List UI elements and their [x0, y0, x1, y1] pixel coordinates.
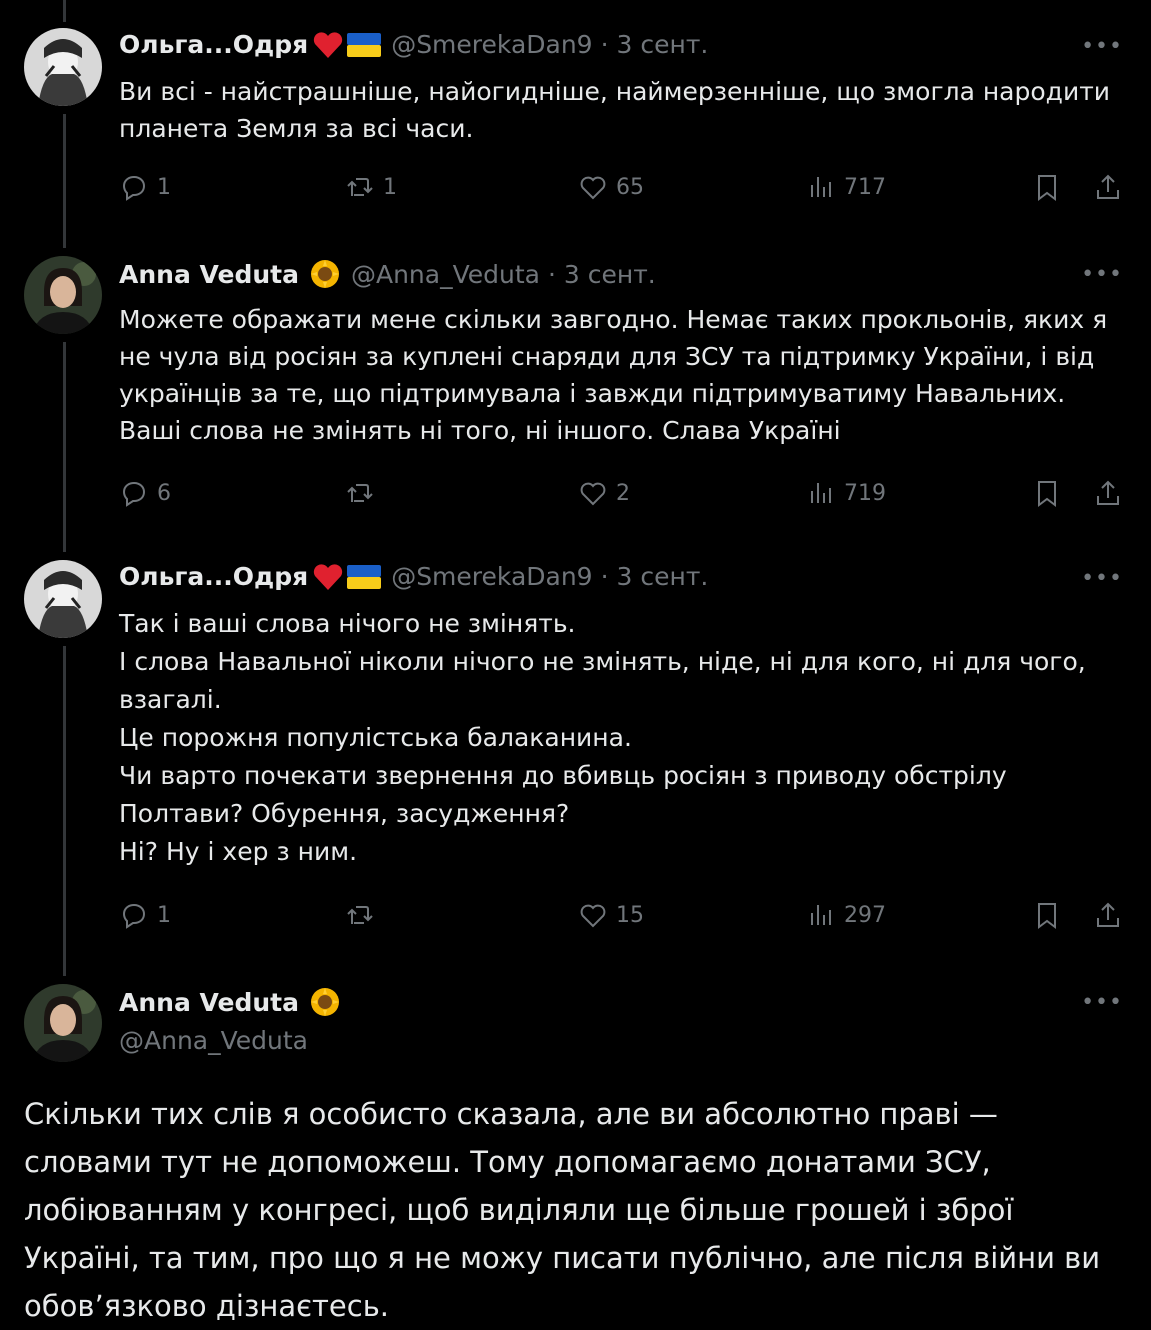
avatar[interactable] [24, 984, 102, 1062]
like-button[interactable]: 15 [578, 900, 644, 930]
tweet-text-line: Чи варто почекати звернення до вбивць ро… [119, 761, 1007, 828]
display-name[interactable]: Anna Veduta [119, 988, 299, 1017]
views-button[interactable]: 297 [806, 900, 886, 930]
reply-icon [122, 481, 146, 507]
tweet-text: Так і ваші слова нічого не змінять. І сл… [119, 605, 1129, 871]
repost-count: 1 [383, 174, 397, 200]
reply-count: 1 [157, 174, 171, 200]
like-button[interactable]: 2 [578, 478, 630, 508]
display-name[interactable]: Ольга...Одря [119, 30, 308, 59]
share-icon [1097, 902, 1119, 927]
timestamp[interactable]: 3 сент. [617, 30, 709, 59]
heart-icon [580, 482, 606, 506]
reply-button[interactable]: 1 [119, 900, 171, 930]
more-icon[interactable]: ••• [1081, 566, 1123, 591]
bookmark-icon [1038, 903, 1056, 929]
repost-icon [347, 906, 373, 924]
repost-button[interactable] [345, 478, 383, 508]
view-count: 717 [844, 174, 886, 200]
view-count: 297 [844, 902, 886, 928]
reply-button[interactable]: 6 [119, 478, 171, 508]
main-tweet-text: Скільки тих слів я особисто сказала, але… [24, 1097, 1101, 1323]
share-button[interactable] [1093, 900, 1123, 930]
repost-icon [347, 178, 373, 196]
bookmark-icon [1038, 175, 1056, 201]
share-icon [1097, 174, 1119, 199]
tweet-actions: 1 1 65 717 [0, 172, 1151, 212]
reply-count: 1 [157, 902, 171, 928]
sunflower-icon [309, 258, 341, 290]
more-icon[interactable]: ••• [1081, 34, 1123, 59]
repost-button[interactable] [345, 900, 383, 930]
avatar[interactable] [24, 28, 102, 106]
tweet-actions: 6 2 719 [0, 478, 1151, 518]
reply-count: 6 [157, 480, 171, 506]
reply-icon [122, 903, 146, 929]
timestamp[interactable]: 3 сент. [564, 260, 656, 289]
views-icon [811, 177, 831, 197]
repost-button[interactable]: 1 [345, 172, 397, 202]
tweet[interactable]: Ольга...Одря @SmerekaDan9 · 3 сент. ••• … [0, 0, 1151, 230]
more-icon[interactable]: ••• [1081, 262, 1123, 287]
like-button[interactable]: 65 [578, 172, 644, 202]
share-button[interactable] [1093, 478, 1123, 508]
main-tweet: Anna Veduta @Anna_Veduta ••• Скільки тих… [0, 976, 1151, 1323]
like-count: 65 [616, 174, 644, 200]
tweet-text-line: І слова Навальної ніколи нічого не зміня… [119, 647, 1086, 714]
heart-flag-icon [312, 563, 382, 591]
reply-icon [122, 175, 146, 201]
bookmark-button[interactable] [1032, 900, 1062, 930]
avatar[interactable] [24, 256, 102, 334]
sunflower-icon [309, 986, 341, 1018]
heart-flag-icon [312, 31, 382, 59]
bookmark-icon [1038, 481, 1056, 507]
tweet-text-line: Так і ваші слова нічого не змінять. [119, 609, 576, 638]
tweet-actions: 1 15 297 [0, 900, 1151, 940]
tweet-text-line: Це порожня популістська балаканина. [119, 723, 632, 752]
avatar[interactable] [24, 560, 102, 638]
user-handle[interactable]: @SmerekaDan9 [391, 30, 592, 59]
bookmark-button[interactable] [1032, 172, 1062, 202]
views-icon [811, 905, 831, 925]
tweet-header: Ольга...Одря @SmerekaDan9 · 3 сент. [119, 562, 708, 591]
tweet-header: Anna Veduta [119, 986, 341, 1018]
tweet-text: Ви всі - найстрашніше, найогидніше, найм… [119, 73, 1129, 147]
bookmark-button[interactable] [1032, 478, 1062, 508]
user-handle[interactable]: @Anna_Veduta [119, 1026, 308, 1055]
views-icon [811, 483, 831, 503]
tweet-text: Можете ображати мене скільки завгодно. Н… [119, 301, 1129, 449]
separator-dot: · [600, 30, 609, 59]
separator-dot: · [547, 259, 556, 289]
view-count: 719 [844, 480, 886, 506]
share-icon [1097, 480, 1119, 505]
separator-dot: · [600, 562, 609, 591]
tweet-text-line: Ви всі - найстрашніше, найогидніше, найм… [119, 77, 1111, 143]
views-button[interactable]: 719 [806, 478, 886, 508]
reply-button[interactable]: 1 [119, 172, 171, 202]
tweet-text-line: Ні? Ну і хер з ним. [119, 837, 358, 866]
tweet-header: Ольга...Одря @SmerekaDan9 · 3 сент. [119, 30, 708, 59]
repost-icon [347, 484, 373, 502]
views-button[interactable]: 717 [806, 172, 886, 202]
like-count: 2 [616, 480, 630, 506]
tweet[interactable]: Ольга...Одря @SmerekaDan9 · 3 сент. ••• … [0, 552, 1151, 972]
handle-row: @Anna_Veduta [119, 1026, 308, 1055]
timestamp[interactable]: 3 сент. [617, 562, 709, 591]
tweet[interactable]: Anna Veduta @Anna_Veduta · 3 сент. ••• М… [0, 248, 1151, 538]
user-handle[interactable]: @Anna_Veduta [351, 260, 540, 289]
heart-icon [580, 904, 606, 928]
more-icon[interactable]: ••• [1081, 990, 1123, 1015]
display-name[interactable]: Ольга...Одря [119, 562, 308, 591]
tweet-header: Anna Veduta @Anna_Veduta · 3 сент. [119, 258, 656, 290]
share-button[interactable] [1093, 172, 1123, 202]
heart-icon [580, 176, 606, 200]
user-handle[interactable]: @SmerekaDan9 [391, 562, 592, 591]
tweet-text-line: Можете ображати мене скільки завгодно. Н… [119, 305, 1108, 445]
display-name[interactable]: Anna Veduta [119, 260, 299, 289]
like-count: 15 [616, 902, 644, 928]
